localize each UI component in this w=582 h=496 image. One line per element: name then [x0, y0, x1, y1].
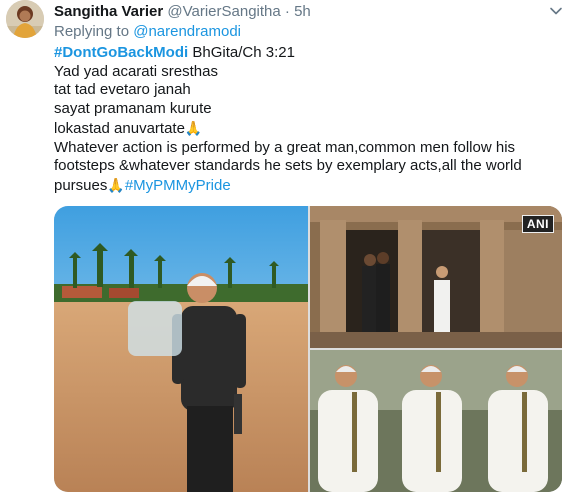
author-name[interactable]: Sangitha Varier — [54, 3, 163, 20]
tweet[interactable]: Sangitha Varier @VarierSangitha · 5h Rep… — [0, 0, 582, 496]
avatar[interactable] — [6, 0, 44, 38]
folded-hands-icon: 🙏 — [184, 119, 203, 136]
tweet-line-2: Yad yad acarati sresthas — [54, 62, 218, 80]
tweet-line-8: pursues🙏#MyPMMyPride — [54, 176, 574, 196]
tweet-timestamp[interactable]: 5h — [294, 3, 311, 20]
hashtag-link[interactable]: #DontGoBackModi — [54, 44, 188, 61]
tweet-line-1: #DontGoBackModi BhGita/Ch 3:21 — [54, 44, 574, 63]
reply-mention-link[interactable]: @narendramodi — [133, 23, 241, 40]
tweet-text-segment: BhGita/Ch 3:21 — [188, 44, 295, 61]
tweet-line-7: footsteps &whatever standards he sets by… — [54, 157, 522, 175]
ani-badge-label: ANI — [521, 215, 554, 233]
chevron-down-icon[interactable] — [549, 4, 563, 18]
author-handle[interactable]: @VarierSangitha — [167, 3, 280, 20]
tweet-line-3: tat tad evetaro janah — [54, 81, 191, 99]
tweet-text-segment: pursues — [54, 176, 108, 194]
tweet-line-6: Whatever action is performed by a great … — [54, 138, 516, 156]
reply-context: Replying to @narendramodi — [54, 23, 241, 41]
tweet-line-5: lokastad anuvartate🙏 — [54, 119, 574, 139]
photo-triple-portrait[interactable] — [310, 350, 562, 492]
hashtag-link[interactable]: #MyPMMyPride — [125, 177, 231, 194]
tweet-text: #DontGoBackModi BhGita/Ch 3:21 Yad yad a… — [54, 44, 574, 196]
folded-hands-icon: 🙏 — [107, 176, 125, 193]
reply-prefix: Replying to — [54, 23, 134, 40]
photo-beach[interactable] — [54, 206, 308, 492]
tweet-line-4: sayat pramanam kurute — [54, 100, 212, 118]
tweet-text-segment: lokastad anuvartate — [54, 119, 185, 137]
photo-cave-temple[interactable]: ANI — [310, 206, 562, 348]
media-grid: ANI — [54, 206, 562, 492]
tweet-header: Sangitha Varier @VarierSangitha · 5h — [54, 3, 311, 21]
header-separator: · — [284, 3, 290, 20]
